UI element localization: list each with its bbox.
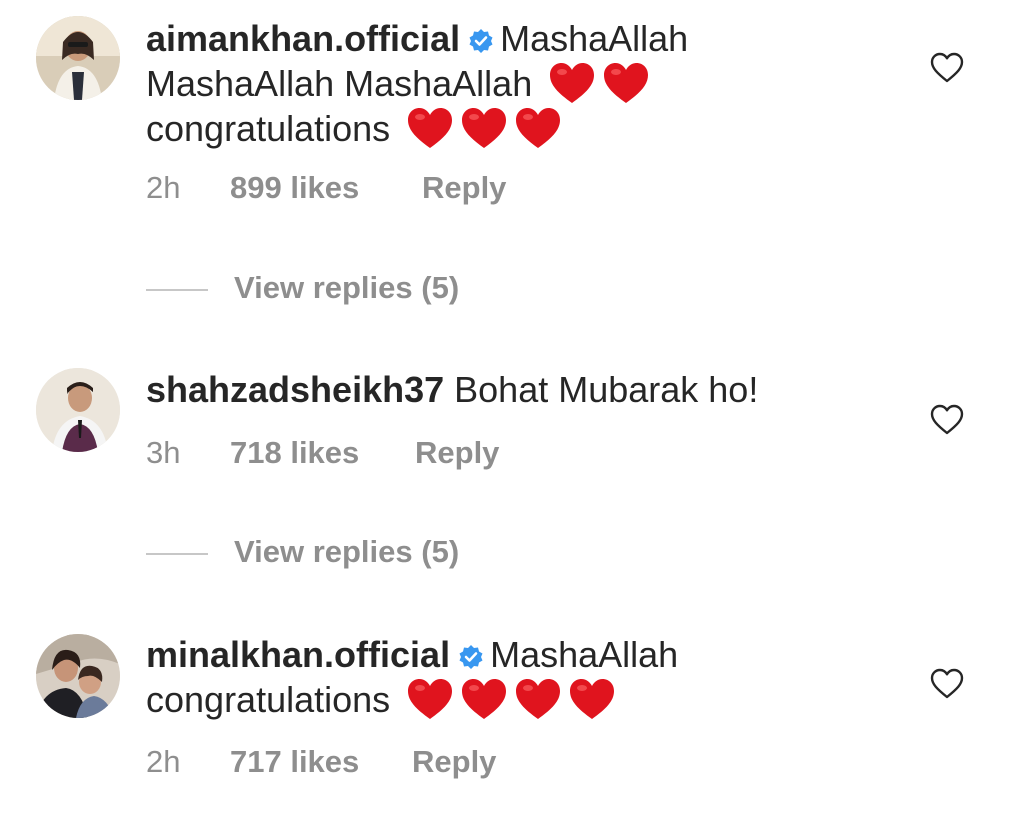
likes-count-link[interactable]: 899 likes: [230, 170, 422, 206]
likes-count-link[interactable]: 717 likes: [230, 744, 412, 780]
heart-emoji-group: [542, 63, 650, 104]
red-heart-emoji: [516, 108, 561, 148]
red-heart-emoji: [550, 63, 595, 103]
comment-time: 3h: [146, 435, 181, 470]
red-heart-emoji: [408, 108, 453, 148]
comment-meta: 2h 899 likes Reply: [146, 170, 506, 206]
comment-body: MashaAllah MashaAllah: [146, 63, 533, 104]
reply-button[interactable]: Reply: [422, 170, 506, 206]
comment-meta: 3h 718 likes Reply: [146, 435, 499, 471]
red-heart-emoji: [408, 679, 453, 719]
red-heart-emoji: [604, 63, 649, 103]
comment-body: congratulations: [146, 108, 391, 149]
divider-line: [146, 552, 208, 555]
comment-text: minalkhan.official MashaAllah congratulat…: [146, 633, 886, 722]
red-heart-emoji: [462, 108, 507, 148]
reply-button[interactable]: Reply: [412, 744, 496, 780]
heart-outline-icon[interactable]: [930, 404, 964, 436]
avatar[interactable]: [36, 16, 120, 100]
view-replies-label: View replies (5): [234, 270, 460, 305]
reply-button[interactable]: Reply: [415, 435, 499, 471]
comment-meta: 2h 717 likes Reply: [146, 744, 496, 780]
heart-emoji-group: [400, 108, 562, 149]
red-heart-emoji: [516, 679, 561, 719]
comment-time: 2h: [146, 744, 181, 779]
comment-body: congratulations: [146, 679, 391, 720]
avatar[interactable]: [36, 368, 120, 452]
view-replies-label: View replies (5): [234, 534, 460, 569]
comment-time: 2h: [146, 170, 181, 205]
verified-badge-icon: [469, 29, 493, 53]
view-replies-button[interactable]: View replies (5): [146, 270, 459, 306]
comment-body: Bohat Mubarak ho!: [454, 369, 759, 410]
comment-text: shahzadsheikh37 Bohat Mubarak ho!: [146, 368, 886, 412]
comment-body: MashaAllah: [490, 634, 679, 675]
verified-badge-icon: [459, 645, 483, 669]
comment-username[interactable]: shahzadsheikh37: [146, 369, 444, 410]
comment-body: MashaAllah: [500, 18, 689, 59]
comment-username[interactable]: aimankhan.official: [146, 18, 460, 59]
avatar[interactable]: [36, 634, 120, 718]
comment-text: aimankhan.official MashaAllah MashaAllah …: [146, 17, 886, 151]
red-heart-emoji: [570, 679, 615, 719]
heart-emoji-group: [400, 679, 616, 720]
comment-username[interactable]: minalkhan.official: [146, 634, 450, 675]
heart-outline-icon[interactable]: [930, 52, 964, 84]
red-heart-emoji: [462, 679, 507, 719]
divider-line: [146, 288, 208, 291]
view-replies-button[interactable]: View replies (5): [146, 534, 459, 570]
likes-count-link[interactable]: 718 likes: [230, 435, 415, 471]
heart-outline-icon[interactable]: [930, 668, 964, 700]
